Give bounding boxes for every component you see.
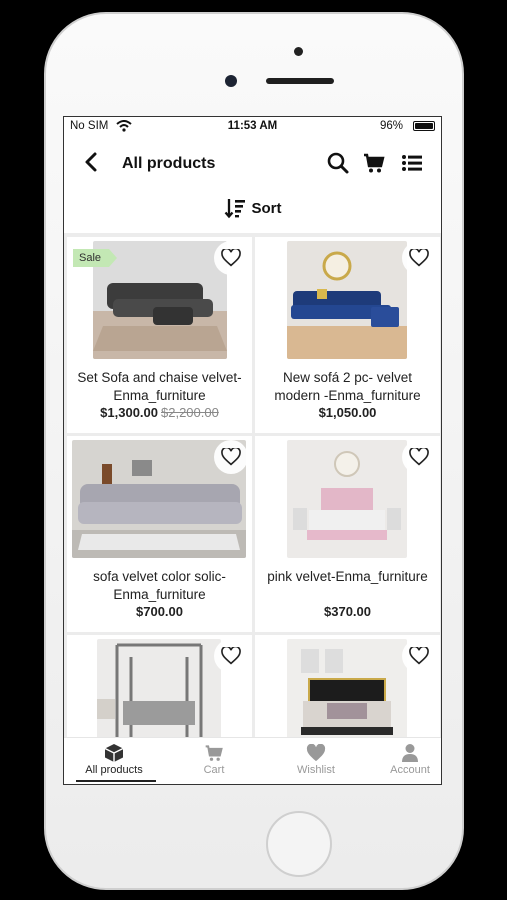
wishlist-button[interactable]: [402, 241, 436, 275]
search-button[interactable]: [326, 151, 350, 175]
product-card[interactable]: Sale Set Sofa and chaise velvet-Enma_fur…: [67, 237, 252, 433]
list-view-button[interactable]: [400, 151, 424, 175]
product-name: pink velvet-Enma_furniture: [267, 569, 428, 584]
current-price: $700.00: [136, 604, 183, 619]
battery-percent: 96%: [379, 120, 403, 132]
tab-all-products[interactable]: All products: [74, 742, 154, 776]
cart-button[interactable]: [362, 151, 386, 175]
tab-cart[interactable]: Cart: [174, 742, 254, 776]
user-icon: [377, 742, 441, 764]
heart-outline-icon: [409, 448, 429, 466]
cart-icon: [364, 153, 385, 173]
cart-icon: [174, 742, 254, 764]
tab-label: Wishlist: [297, 764, 335, 776]
battery-icon: [413, 121, 435, 131]
product-name: New sofá 2 pc- velvet modern -Enma_furni…: [274, 370, 421, 403]
search-icon: [327, 152, 349, 174]
product-card[interactable]: sofa velvet color solic-Enma_furniture $…: [67, 436, 252, 632]
sort-bar: Sort: [64, 197, 441, 227]
product-card[interactable]: [67, 635, 252, 739]
status-bar: No SIM 11:53 AM 96%: [64, 117, 441, 137]
wishlist-button[interactable]: [214, 241, 248, 275]
product-price: $1,050.00: [255, 405, 440, 420]
home-button[interactable]: [266, 811, 332, 877]
heart-outline-icon: [221, 647, 241, 665]
tab-wishlist[interactable]: Wishlist: [276, 742, 356, 776]
wishlist-button[interactable]: [214, 639, 248, 673]
current-price: $1,300.00: [100, 405, 158, 420]
front-camera: [225, 75, 237, 87]
product-image: [287, 639, 407, 739]
tab-account[interactable]: Account: [377, 742, 441, 776]
heart-outline-icon: [409, 249, 429, 267]
product-card[interactable]: pink velvet-Enma_furniture $370.00: [255, 436, 440, 632]
earpiece-speaker: [266, 78, 334, 84]
tab-label: Account: [390, 764, 430, 776]
heart-outline-icon: [221, 448, 241, 466]
product-card[interactable]: [255, 635, 440, 739]
product-image: [287, 241, 407, 359]
proximity-sensor: [294, 47, 303, 56]
page-title: All products: [122, 155, 216, 172]
sort-button[interactable]: Sort: [224, 197, 282, 219]
list-icon: [402, 155, 422, 171]
wishlist-button[interactable]: [214, 440, 248, 474]
product-price: $370.00: [255, 604, 440, 619]
sale-badge: Sale: [73, 249, 118, 267]
heart-icon: [276, 742, 356, 764]
product-image: [97, 639, 221, 739]
current-price: $370.00: [324, 604, 371, 619]
app-header: All products: [64, 141, 441, 185]
product-card[interactable]: New sofá 2 pc- velvet modern -Enma_furni…: [255, 237, 440, 433]
product-price: $1,300.00 $2,200.00: [67, 405, 252, 420]
product-image: [287, 440, 407, 558]
tab-label: All products: [85, 764, 143, 776]
heart-outline-icon: [221, 249, 241, 267]
product-price: $700.00: [67, 604, 252, 619]
app-screen: No SIM 11:53 AM 96% All products Sort Sa…: [63, 116, 442, 785]
product-grid: Sale Set Sofa and chaise velvet-Enma_fur…: [64, 233, 441, 739]
sort-label: Sort: [251, 199, 282, 217]
tab-label: Cart: [203, 764, 225, 776]
product-name: sofa velvet color solic-Enma_furniture: [93, 569, 226, 602]
bottom-tab-bar: All products Cart Wishlist Account: [64, 737, 441, 784]
back-button[interactable]: [80, 149, 104, 175]
box-icon: [74, 742, 154, 764]
sort-icon: [224, 199, 245, 219]
wishlist-button[interactable]: [402, 639, 436, 673]
current-price: $1,050.00: [318, 405, 377, 420]
chevron-left-icon: [85, 152, 97, 172]
product-name: Set Sofa and chaise velvet-Enma_furnitur…: [77, 370, 242, 403]
active-tab-indicator: [76, 780, 156, 782]
heart-outline-icon: [409, 647, 429, 665]
original-price: $2,200.00: [161, 405, 219, 420]
wishlist-button[interactable]: [402, 440, 436, 474]
